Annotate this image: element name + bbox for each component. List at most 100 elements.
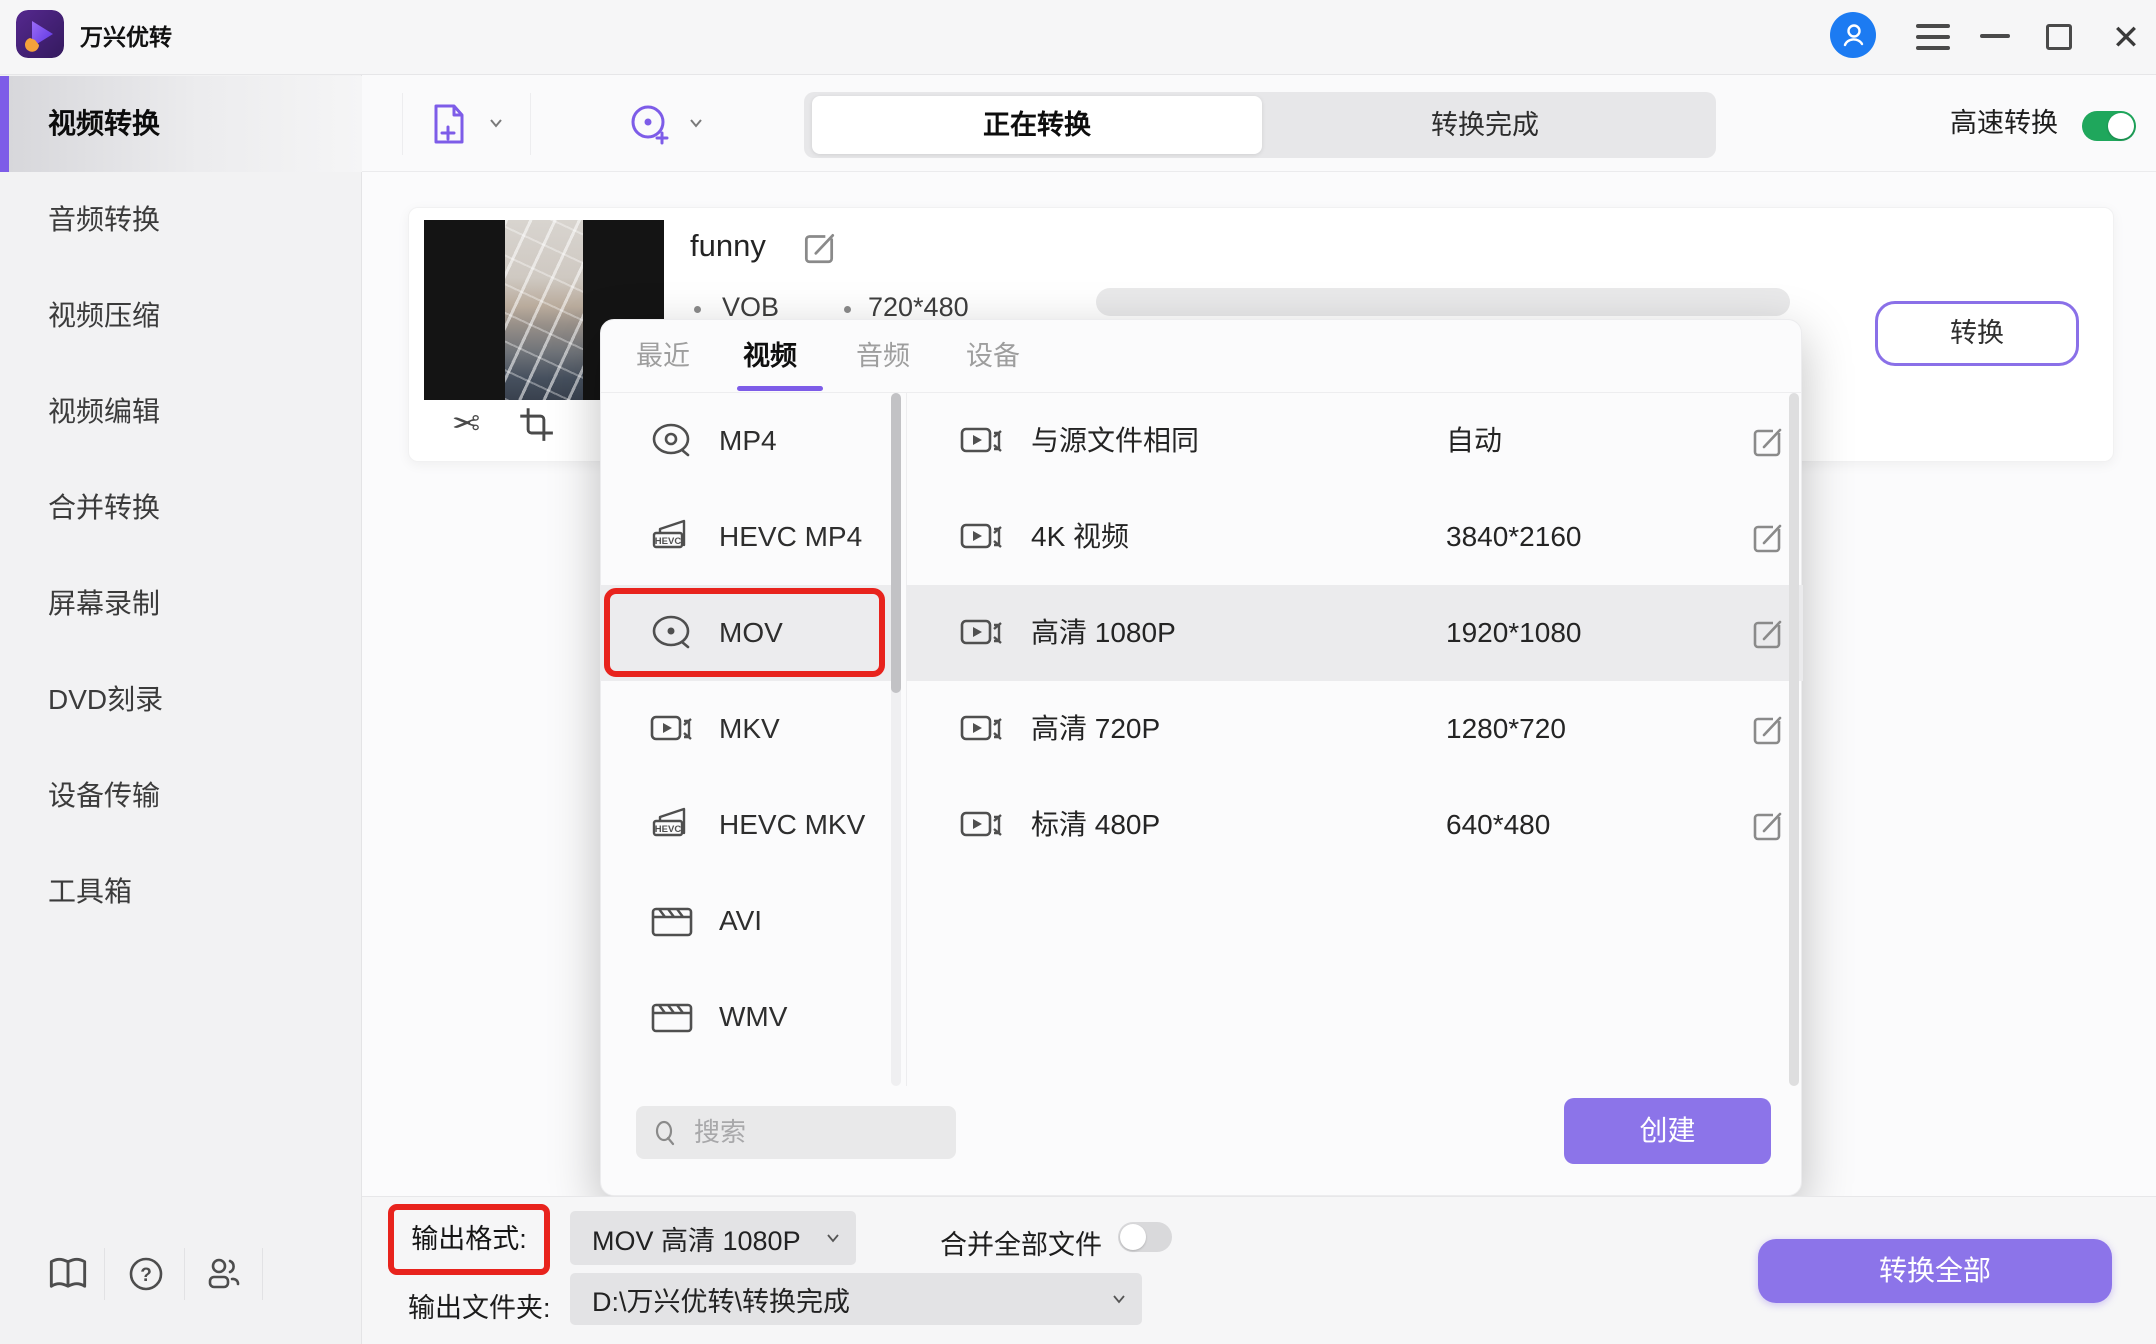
preset-row-same-as-source[interactable]: 与源文件相同 自动 [906, 393, 1803, 489]
format-item-hevc-mkv[interactable]: HEVC HEVC MKV [601, 777, 893, 873]
account-avatar[interactable] [1830, 12, 1876, 58]
chevron-down-icon [826, 1233, 840, 1243]
format-item-mkv[interactable]: MKV [601, 681, 893, 777]
app-title: 万兴优转 [80, 0, 172, 75]
edit-preset-icon[interactable] [1749, 807, 1785, 843]
video-camera-icon [646, 703, 698, 755]
output-folder-select[interactable]: D:\万兴优转\转换完成 [570, 1273, 1142, 1325]
format-item-mp4[interactable]: MP4 [601, 393, 893, 489]
video-camera-icon [956, 511, 1008, 563]
rename-edit-icon[interactable] [800, 228, 838, 266]
app-logo-icon [16, 10, 64, 58]
add-file-icon[interactable] [424, 100, 472, 148]
edit-preset-icon[interactable] [1749, 711, 1785, 747]
format-item-wmv[interactable]: WMV [601, 969, 893, 1065]
output-format-label: 输出格式: [411, 1224, 527, 1254]
thumbnail-frame [505, 220, 583, 400]
tab-converting[interactable]: 正在转换 [812, 96, 1262, 154]
format-item-mov[interactable]: MOV [601, 585, 893, 681]
fast-convert-toggle[interactable] [2082, 111, 2136, 141]
bottom-bar: 输出格式: MOV 高清 1080P 合并全部文件 输出文件夹: D:\万兴优转… [362, 1196, 2156, 1344]
preset-row-480p[interactable]: 标清 480P 640*480 [906, 777, 1803, 873]
trim-scissors-icon[interactable]: ✂ [444, 402, 488, 446]
merge-all-label: 合并全部文件 [940, 1223, 1102, 1262]
sidebar-item-dvd-burn[interactable]: DVD刻录 [0, 652, 362, 748]
edit-preset-icon[interactable] [1749, 615, 1785, 651]
output-format-select[interactable]: MOV 高清 1080P [570, 1211, 856, 1265]
add-dvd-icon[interactable] [624, 100, 672, 148]
dialog-tab-recent[interactable]: 最近 [636, 320, 690, 392]
annotation-red-box-output-format: 输出格式: [388, 1204, 550, 1275]
sidebar-item-device-transfer[interactable]: 设备传输 [0, 748, 362, 844]
preset-search-box [636, 1106, 956, 1159]
divider [530, 93, 531, 155]
close-button[interactable]: ✕ [2108, 18, 2144, 58]
sidebar-item-toolbox[interactable]: 工具箱 [0, 844, 362, 940]
disc-icon [646, 415, 698, 467]
sidebar-item-video-edit[interactable]: 视频编辑 [0, 364, 362, 460]
file-name: funny [690, 228, 766, 264]
create-button[interactable]: 创建 [1564, 1098, 1771, 1164]
sidebar-item-merge-convert[interactable]: 合并转换 [0, 460, 362, 556]
divider [262, 1248, 263, 1300]
fast-convert-label: 高速转换 [1950, 75, 2058, 172]
maximize-button[interactable] [2046, 24, 2072, 50]
sidebar-item-screen-record[interactable]: 屏幕录制 [0, 556, 362, 652]
dialog-tab-video[interactable]: 视频 [743, 320, 797, 392]
convert-all-button[interactable]: 转换全部 [1758, 1239, 2112, 1303]
manual-book-icon[interactable] [46, 1252, 90, 1296]
edit-preset-icon[interactable] [1749, 519, 1785, 555]
format-list-scrollbar-thumb[interactable] [891, 393, 901, 693]
sidebar-item-audio-convert[interactable]: 音频转换 [0, 172, 362, 268]
sidebar-item-video-compress[interactable]: 视频压缩 [0, 268, 362, 364]
crop-icon[interactable] [518, 406, 554, 442]
preset-row-720p[interactable]: 高清 720P 1280*720 [906, 681, 1803, 777]
preset-row-1080p[interactable]: 高清 1080P 1920*1080 [906, 585, 1803, 681]
hevc-icon: HEVC [646, 511, 698, 563]
chevron-down-icon [1112, 1294, 1126, 1304]
dialog-tab-audio[interactable]: 音频 [856, 320, 910, 392]
search-icon [653, 1119, 679, 1147]
video-camera-icon [956, 607, 1008, 659]
edit-preset-icon[interactable] [1749, 423, 1785, 459]
active-tab-underline [737, 386, 823, 391]
format-item-avi[interactable]: AVI [601, 873, 893, 969]
clapperboard-icon [646, 895, 698, 947]
hevc-icon: HEVC [646, 799, 698, 851]
search-input[interactable] [694, 1106, 944, 1159]
divider [104, 1248, 105, 1300]
convert-tabs: 正在转换 转换完成 [804, 92, 1716, 158]
help-icon[interactable]: ? [124, 1252, 168, 1296]
format-item-hevc-mp4[interactable]: HEVC HEVC MP4 [601, 489, 893, 585]
sidebar: 视频转换 音频转换 视频压缩 视频编辑 合并转换 屏幕录制 DVD刻录 设备传输… [0, 75, 362, 1344]
video-camera-icon [956, 799, 1008, 851]
add-file-chevron-icon[interactable] [488, 117, 504, 129]
merge-all-toggle[interactable] [1118, 1222, 1172, 1252]
community-users-icon[interactable] [202, 1252, 246, 1296]
divider [402, 93, 403, 155]
meta-dot [844, 306, 851, 313]
titlebar: 万兴优转 ✕ [0, 0, 2156, 75]
dialog-tab-device[interactable]: 设备 [966, 320, 1020, 392]
sidebar-item-video-convert[interactable]: 视频转换 [0, 76, 362, 172]
svg-text:?: ? [140, 1265, 152, 1286]
output-format-value: MOV 高清 1080P [592, 1211, 801, 1265]
progress-bar [1096, 288, 1790, 316]
menu-icon[interactable] [1916, 24, 1950, 50]
preset-row-4k[interactable]: 4K 视频 3840*2160 [906, 489, 1803, 585]
svg-text:HEVC: HEVC [655, 824, 682, 835]
output-folder-label: 输出文件夹: [408, 1286, 551, 1325]
preset-list-scrollbar[interactable] [1789, 393, 1799, 1086]
tab-finished[interactable]: 转换完成 [1262, 96, 1708, 154]
convert-button[interactable]: 转换 [1875, 301, 2079, 366]
add-dvd-chevron-icon[interactable] [688, 117, 704, 129]
video-camera-icon [956, 415, 1008, 467]
video-camera-icon [956, 703, 1008, 755]
user-icon [1838, 20, 1868, 50]
minimize-button[interactable] [1980, 34, 2010, 38]
divider [184, 1248, 185, 1300]
clapperboard-icon [646, 991, 698, 1043]
svg-text:HEVC: HEVC [655, 536, 682, 547]
output-format-dialog: 最近 视频 音频 设备 MP4 HEVC HEVC MP4 MOV [600, 319, 1802, 1196]
toolbar: 正在转换 转换完成 高速转换 [362, 75, 2156, 172]
